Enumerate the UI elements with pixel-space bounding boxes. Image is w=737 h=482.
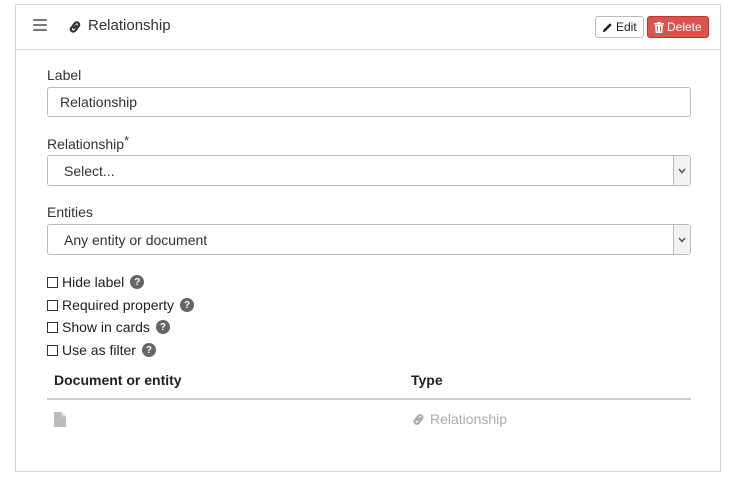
delete-button-label: Delete: [667, 20, 702, 34]
label-field-label: Label: [47, 67, 82, 83]
question-circle-icon[interactable]: ?: [130, 275, 145, 289]
drag-handle-icon[interactable]: [33, 19, 47, 33]
relationship-field-label: Relationship*: [47, 133, 130, 152]
relationship-select-value: Select...: [64, 162, 115, 179]
hide-label-text: Hide label: [62, 274, 125, 290]
label-input[interactable]: Relationship: [47, 87, 691, 117]
chevron-down-icon[interactable]: [673, 156, 690, 185]
question-circle-icon[interactable]: ?: [180, 298, 195, 312]
required-property-checkbox[interactable]: [47, 299, 58, 311]
show-in-cards-text: Show in cards: [62, 319, 150, 335]
use-as-filter-option: Use as filter ?: [47, 342, 156, 358]
column-header-document-or-entity: Document or entity: [54, 372, 182, 388]
relationship-select[interactable]: Select...: [47, 155, 691, 186]
trash-icon: [654, 21, 664, 33]
property-panel: Relationship Edit Delete Label Relations…: [15, 4, 721, 472]
chevron-down-icon[interactable]: [673, 225, 690, 254]
edit-button-label: Edit: [616, 20, 637, 34]
relationship-label-text: Relationship: [47, 136, 125, 152]
hide-label-checkbox[interactable]: [47, 276, 58, 288]
use-as-filter-checkbox[interactable]: [47, 344, 58, 356]
column-header-type: Type: [411, 372, 443, 388]
property-title: Relationship: [88, 17, 171, 34]
required-property-text: Required property: [62, 297, 175, 313]
hide-label-option: Hide label ?: [47, 274, 145, 290]
file-icon: [54, 412, 66, 427]
link-icon: [413, 413, 424, 425]
edit-button[interactable]: Edit: [595, 16, 644, 38]
table-row-type-cell: Relationship: [411, 411, 507, 427]
pencil-icon: [602, 22, 612, 32]
entities-select-value: Any entity or document: [64, 231, 208, 248]
required-property-option: Required property ?: [47, 297, 195, 313]
table-header-divider: [47, 398, 691, 400]
required-marker: *: [124, 133, 130, 148]
label-input-value: Relationship: [60, 94, 138, 110]
link-icon: [69, 21, 81, 33]
show-in-cards-checkbox[interactable]: [47, 321, 58, 333]
entities-field-label: Entities: [47, 204, 93, 220]
entities-select[interactable]: Any entity or document: [47, 224, 691, 255]
use-as-filter-text: Use as filter: [62, 342, 136, 358]
delete-button[interactable]: Delete: [647, 16, 709, 38]
panel-header: Relationship Edit Delete: [16, 5, 720, 50]
question-circle-icon[interactable]: ?: [155, 320, 170, 334]
table-row-type-label: Relationship: [430, 411, 508, 427]
show-in-cards-option: Show in cards ?: [47, 319, 170, 335]
question-circle-icon[interactable]: ?: [141, 343, 156, 357]
